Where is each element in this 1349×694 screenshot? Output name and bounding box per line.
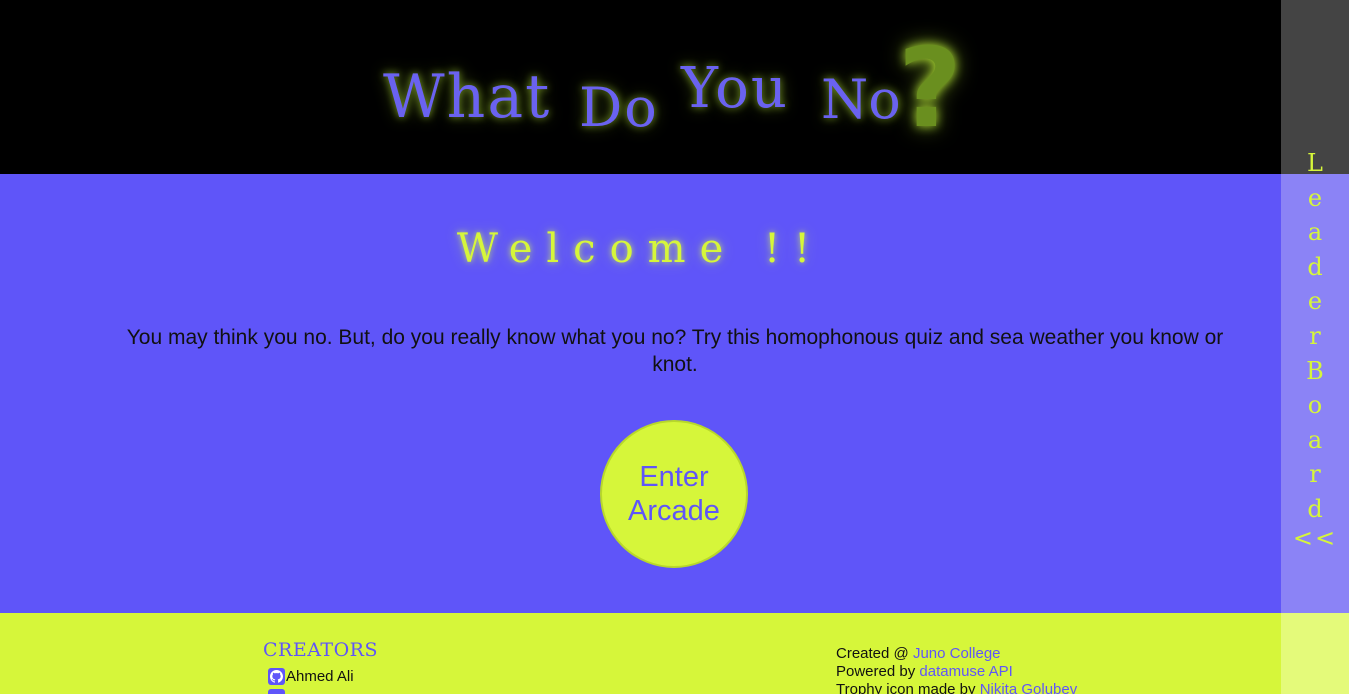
leaderboard-letter: e xyxy=(1307,183,1323,212)
site-logo: What Do You No ? xyxy=(383,24,983,152)
leaderboard-panel-bottom xyxy=(1281,613,1349,694)
leaderboard-letter: d xyxy=(1307,252,1323,281)
leaderboard-letter: d xyxy=(1307,494,1323,523)
github-icon xyxy=(268,668,285,685)
enter-arcade-label: Enter Arcade xyxy=(619,460,729,528)
datamuse-api-link[interactable]: datamuse API xyxy=(919,663,1012,680)
credit-trophy: Trophy icon made by Nikita Golubev xyxy=(836,681,1077,694)
nikita-golubev-link[interactable]: Nikita Golubev xyxy=(980,681,1078,694)
juno-college-link[interactable]: Juno College xyxy=(913,645,1001,662)
intro-text: You may think you no. But, do you really… xyxy=(126,326,1224,376)
site-header: What Do You No ? xyxy=(0,0,1281,174)
github-icon-glyph xyxy=(270,670,283,683)
leaderboard-letter: B xyxy=(1306,356,1324,385)
leaderboard-letter: r xyxy=(1309,321,1321,350)
page: What Do You No ? Welcome !! You may thin… xyxy=(0,0,1349,694)
creator-link-second[interactable] xyxy=(268,689,286,694)
leaderboard-letter: r xyxy=(1309,460,1321,489)
credit-created-prefix: Created @ xyxy=(836,645,909,662)
leaderboard-letter: a xyxy=(1307,218,1323,247)
leaderboard-letter: L xyxy=(1307,149,1323,177)
leaderboard-letter: e xyxy=(1307,287,1323,316)
credit-trophy-prefix: Trophy icon made by xyxy=(836,681,976,694)
credit-powered-prefix: Powered by xyxy=(836,663,916,680)
logo-word-you: You xyxy=(681,56,789,121)
credit-created: Created @ Juno College xyxy=(836,645,1077,663)
welcome-section: Welcome !! You may think you no. But, do… xyxy=(0,174,1281,613)
chevron-left-icon: << xyxy=(1292,524,1338,552)
creator-name: Ahmed Ali xyxy=(286,668,354,685)
leaderboard-toggle[interactable]: L e a d e r B o a r d << xyxy=(1281,146,1349,558)
logo-word-what: What xyxy=(383,62,552,132)
leaderboard-label: L e a d e r B o a r d xyxy=(1281,146,1349,527)
leaderboard-letter: a xyxy=(1307,425,1323,454)
creators-title: CREATORS xyxy=(263,639,378,661)
site-footer: CREATORS Ahmed Ali Created @ Juno Colleg… xyxy=(0,613,1281,694)
creator-link-ahmed-ali[interactable]: Ahmed Ali xyxy=(268,668,354,685)
logo-word-no: No xyxy=(821,68,901,131)
welcome-heading: Welcome !! xyxy=(456,226,825,272)
github-icon xyxy=(268,689,285,694)
credit-powered: Powered by datamuse API xyxy=(836,663,1077,681)
question-mark-icon: ? xyxy=(898,24,962,152)
leaderboard-letter: o xyxy=(1307,391,1323,420)
credits: Created @ Juno College Powered by datamu… xyxy=(836,645,1077,694)
enter-arcade-button[interactable]: Enter Arcade xyxy=(600,420,748,568)
enter-arcade-label-line2: Arcade xyxy=(628,495,720,527)
logo-word-do: Do xyxy=(579,76,659,139)
enter-arcade-label-line1: Enter xyxy=(639,461,709,493)
